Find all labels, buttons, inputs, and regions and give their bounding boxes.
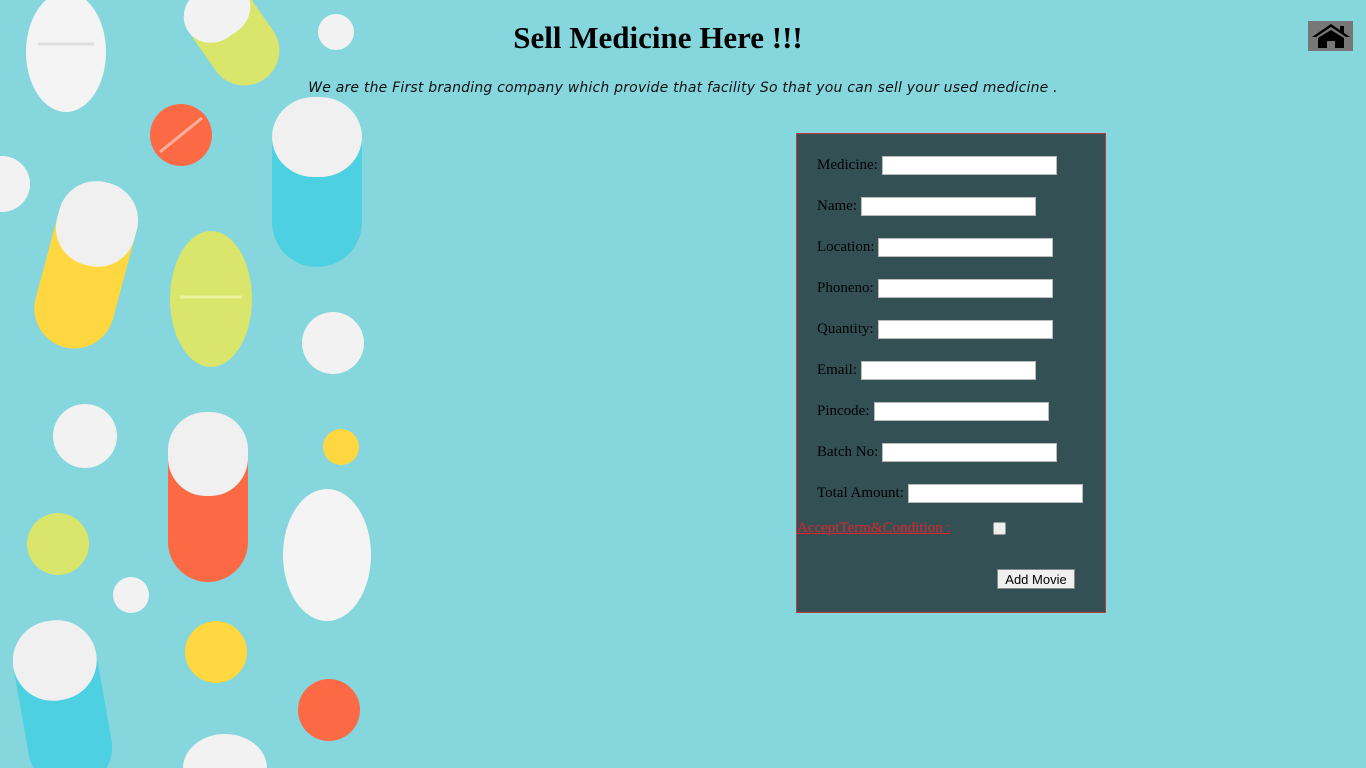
total-amount-input[interactable]	[907, 483, 1083, 503]
quantity-label: Quantity:	[817, 320, 874, 337]
batch-no-label: Batch No:	[817, 443, 879, 460]
phoneno-input[interactable]	[877, 278, 1053, 298]
add-movie-button[interactable]: Add Movie	[997, 569, 1075, 589]
batch-no-input[interactable]	[882, 442, 1058, 462]
medicine-label: Medicine:	[817, 156, 878, 173]
phoneno-row: Phoneno:	[817, 277, 1053, 299]
total-amount-row: Total Amount:	[817, 482, 1083, 504]
email-input[interactable]	[861, 360, 1036, 380]
home-icon	[1311, 24, 1350, 48]
page-title: Sell Medicine Here !!!	[513, 20, 803, 55]
sell-medicine-form: Medicine: Name: Location: Phoneno: Quant…	[796, 133, 1106, 613]
name-input[interactable]	[860, 196, 1036, 216]
email-label: Email:	[817, 361, 857, 378]
page-subtitle: We are the First branding company which …	[308, 80, 1058, 96]
pincode-input[interactable]	[873, 401, 1049, 421]
medicine-row: Medicine:	[817, 154, 1057, 176]
phoneno-label: Phoneno:	[817, 279, 874, 296]
home-button[interactable]	[1308, 21, 1353, 51]
location-label: Location:	[817, 238, 875, 255]
location-input[interactable]	[878, 237, 1054, 257]
quantity-row: Quantity:	[817, 318, 1053, 340]
name-row: Name:	[817, 195, 1036, 217]
terms-checkbox[interactable]	[993, 522, 1006, 535]
pincode-row: Pincode:	[817, 400, 1049, 422]
quantity-input[interactable]	[877, 319, 1053, 339]
name-label: Name:	[817, 197, 857, 214]
medicine-input[interactable]	[881, 155, 1057, 175]
terms-link[interactable]: AcceptTerm&Condition :	[797, 520, 951, 537]
location-row: Location:	[817, 236, 1054, 258]
batch-no-row: Batch No:	[817, 441, 1058, 463]
pills-background-image	[0, 0, 371, 768]
pincode-label: Pincode:	[817, 402, 870, 419]
total-amount-label: Total Amount:	[817, 484, 904, 501]
email-row: Email:	[817, 359, 1036, 381]
